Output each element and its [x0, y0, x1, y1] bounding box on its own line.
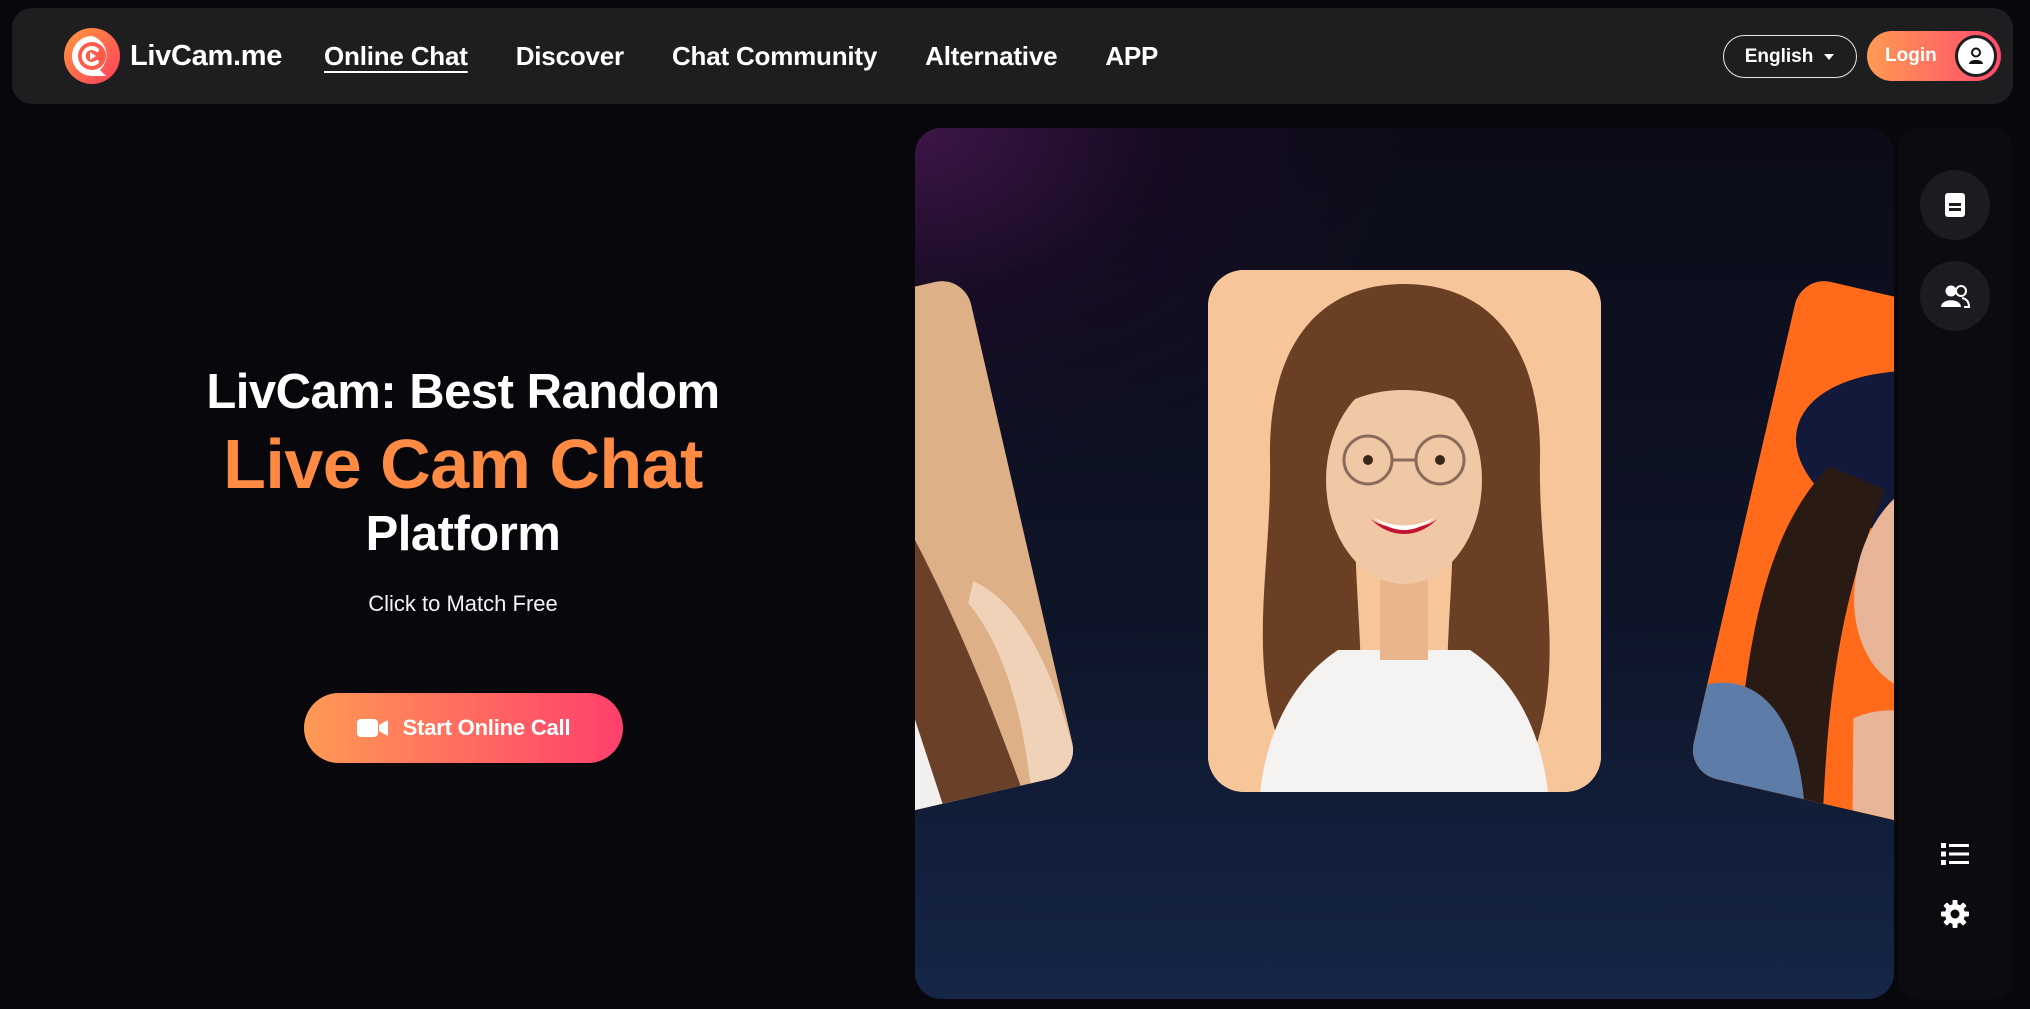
- nav-link-alternative[interactable]: Alternative: [925, 41, 1057, 72]
- logo-text: LivCam.me: [130, 39, 283, 72]
- document-icon: [1945, 193, 1965, 217]
- profile-photo-left: [915, 275, 1080, 831]
- nav-link-chat-community[interactable]: Chat Community: [672, 41, 877, 72]
- login-button[interactable]: Login: [1867, 31, 2001, 81]
- logo[interactable]: LivCam.me: [64, 28, 282, 84]
- gear-icon[interactable]: [1937, 896, 1973, 932]
- user-icon: [1955, 35, 1997, 77]
- profile-card-left[interactable]: [915, 275, 1080, 831]
- list-icon[interactable]: [1937, 836, 1973, 872]
- profile-card-right[interactable]: [1686, 275, 1894, 831]
- profile-photo-right: [1686, 275, 1894, 831]
- language-label: English: [1744, 45, 1814, 67]
- nav-link-app[interactable]: APP: [1105, 41, 1158, 72]
- nav-link-online-chat[interactable]: Online Chat: [324, 41, 468, 72]
- profile-card-center[interactable]: [1208, 270, 1601, 792]
- language-selector[interactable]: English: [1723, 35, 1857, 78]
- nav-link-discover[interactable]: Discover: [516, 41, 624, 72]
- document-button[interactable]: [1920, 170, 1990, 240]
- main-nav: Online Chat Discover Chat Community Alte…: [324, 8, 1206, 104]
- video-camera-icon: [356, 719, 388, 737]
- hero-subtitle: Click to Match Free: [368, 591, 558, 616]
- side-toolbar: [1898, 128, 2012, 999]
- start-online-call-button[interactable]: Start Online Call: [304, 693, 623, 763]
- profile-photo-center: [1208, 270, 1601, 792]
- caret-down-icon: [1824, 53, 1835, 60]
- users-icon: [1941, 285, 1970, 308]
- hero-heading-line3: Platform: [365, 507, 561, 561]
- users-button[interactable]: [1920, 261, 1990, 331]
- hero-heading-line1: LivCam: Best Random: [206, 365, 720, 419]
- logo-icon: [64, 28, 120, 84]
- hero-heading-highlight: Live Cam Chat: [223, 425, 703, 503]
- login-label: Login: [1885, 45, 1937, 66]
- top-navbar: LivCam.me Online Chat Discover Chat Comm…: [12, 8, 2013, 104]
- start-online-call-label: Start Online Call: [402, 715, 571, 740]
- profile-carousel: [915, 128, 1894, 999]
